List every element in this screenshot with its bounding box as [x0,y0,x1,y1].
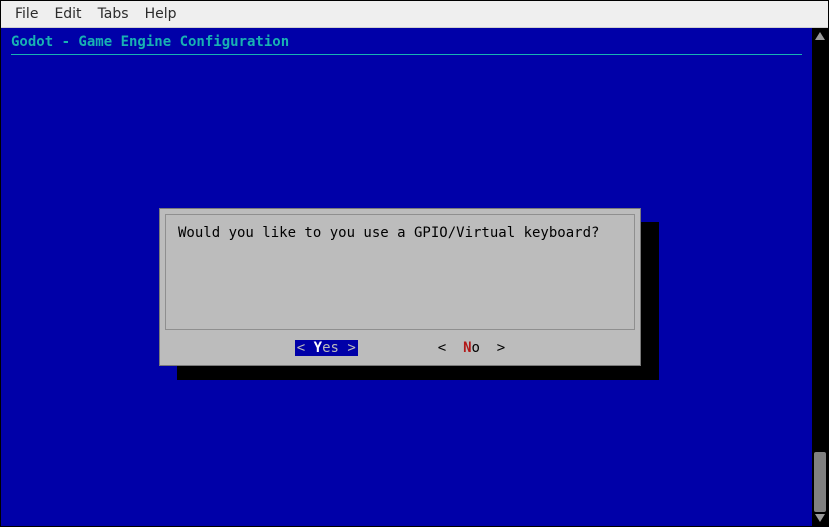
terminal-title: Godot - Game Engine Configuration [11,34,802,50]
app-window: File Edit Tabs Help Godot - Game Engine … [0,0,829,527]
dialog-button-row: < Yes > < No > [160,335,640,365]
terminal-title-rule [11,54,802,55]
no-button-hotkey: N [463,340,471,356]
menu-tabs[interactable]: Tabs [90,3,137,25]
dialog: Would you like to you use a GPIO/Virtual… [159,208,641,366]
no-button[interactable]: < No > [438,340,505,356]
dialog-message: Would you like to you use a GPIO/Virtual… [165,214,635,330]
dialog-wrapper: Would you like to you use a GPIO/Virtual… [159,208,641,366]
scrollbar-thumb[interactable] [814,452,826,512]
scroll-up-icon[interactable] [815,32,825,40]
menu-help[interactable]: Help [137,3,185,25]
yes-button-left: < [297,340,314,356]
menubar: File Edit Tabs Help [1,1,828,28]
yes-button[interactable]: < Yes > [295,340,358,356]
scrollbar-vertical[interactable] [812,28,828,526]
yes-button-hotkey: Y [314,340,322,356]
scrollbar-track[interactable] [814,40,826,514]
menu-edit[interactable]: Edit [46,3,89,25]
menu-file[interactable]: File [7,3,46,25]
yes-button-rest: es > [322,340,356,356]
content-area: Godot - Game Engine Configuration Would … [1,28,828,526]
no-button-left: < [438,340,463,356]
terminal-pane[interactable]: Godot - Game Engine Configuration Would … [1,28,812,526]
no-button-rest: o > [472,340,506,356]
scroll-down-icon[interactable] [815,514,825,522]
